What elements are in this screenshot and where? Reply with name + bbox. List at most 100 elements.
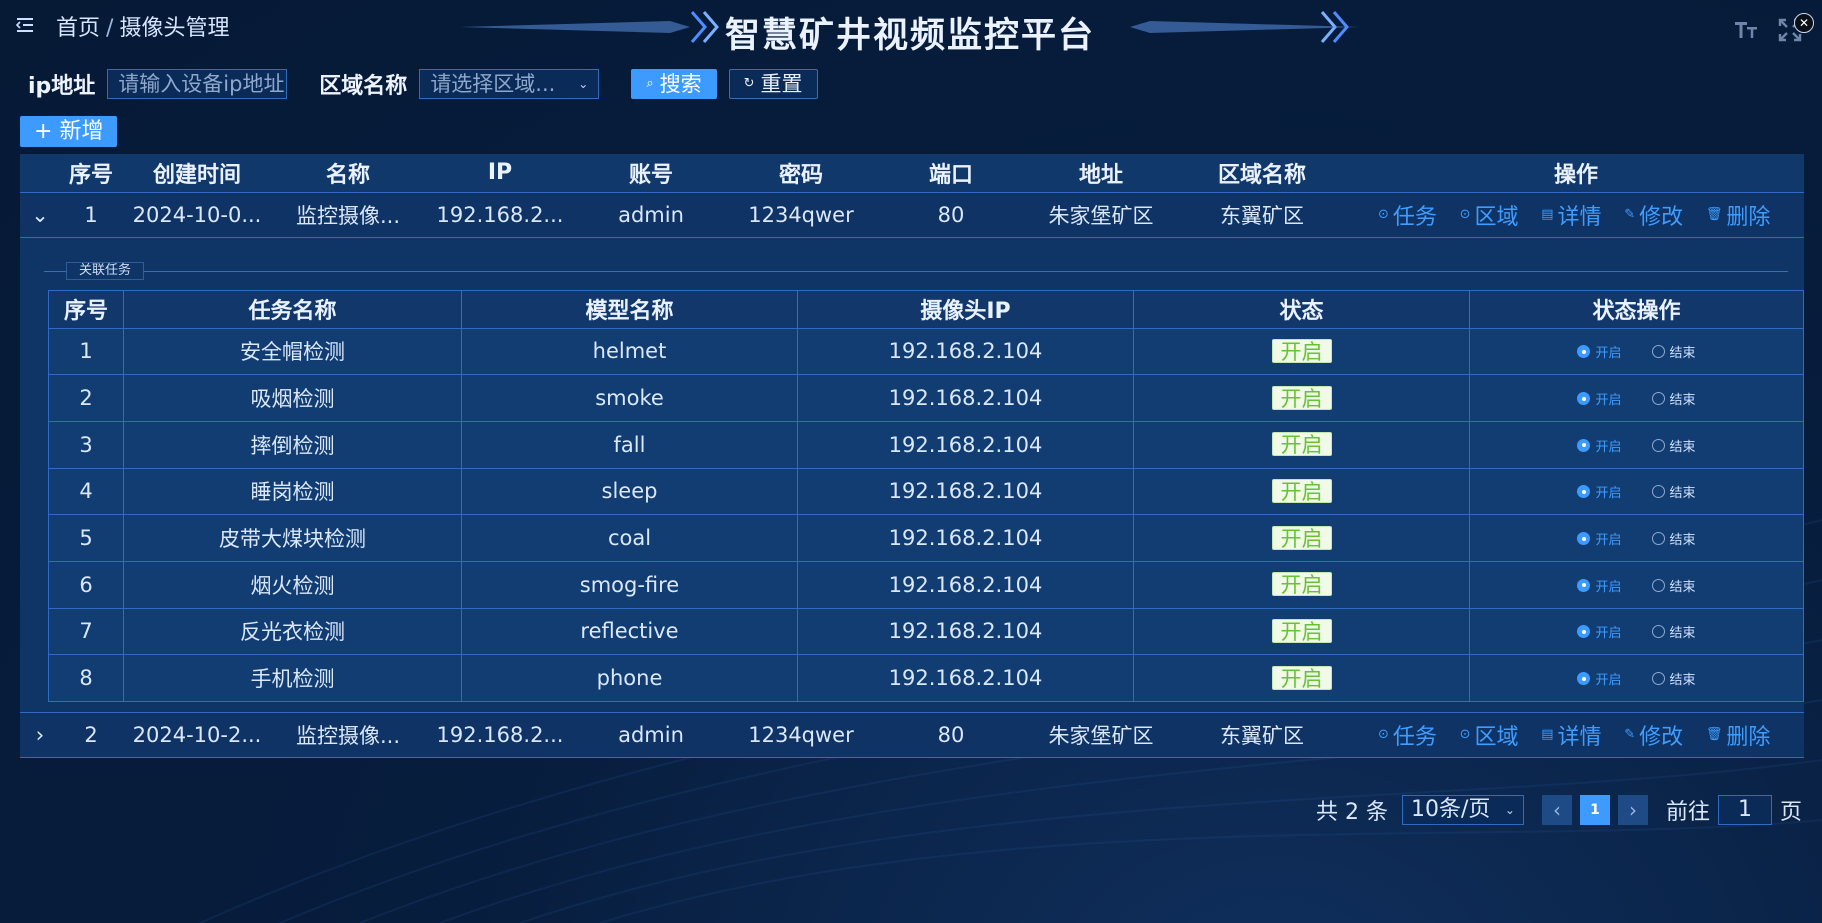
radio-end[interactable]: 结束 xyxy=(1651,576,1696,595)
related-status: 开启 xyxy=(1133,654,1470,702)
edit-label: 修改 xyxy=(1639,724,1684,750)
breadcrumb: 首页 / 摄像头管理 xyxy=(56,10,229,42)
goto-page-input[interactable]: 1 xyxy=(1717,795,1772,825)
close-icon[interactable]: ✕ xyxy=(1794,13,1814,33)
task-button[interactable]: ⊙ 任务 xyxy=(1378,199,1437,231)
row-name: 监控摄像... xyxy=(272,192,424,238)
reset-button[interactable]: ↻ 重置 xyxy=(728,69,818,99)
status-badge: 开启 xyxy=(1271,385,1332,411)
prev-page-button[interactable]: ‹ xyxy=(1541,795,1572,825)
breadcrumb-home[interactable]: 首页 xyxy=(56,16,100,41)
breadcrumb-separator: / xyxy=(106,16,114,41)
status-badge: 开启 xyxy=(1271,572,1332,597)
status-badge: 开启 xyxy=(1271,432,1332,457)
row-expand-toggle[interactable]: › xyxy=(20,712,60,758)
related-task-row: 7 反光衣检测 reflective 192.168.2.104 开启 开启 结束 xyxy=(48,607,1804,656)
row-created: 2024-10-2... xyxy=(122,712,272,758)
radio-end-label: 结束 xyxy=(1669,346,1696,362)
detail-button[interactable]: ▤ 详情 xyxy=(1541,719,1601,751)
header-index: 序号 xyxy=(60,154,122,193)
related-model-name: helmet xyxy=(461,327,798,376)
radio-start[interactable]: 开启 xyxy=(1577,482,1622,501)
row-expand-toggle[interactable]: ⌄ xyxy=(20,192,60,238)
table-header-row: 序号 创建时间 名称 IP 账号 密码 端口 地址 区域名称 操作 xyxy=(20,154,1804,193)
menu-fold-icon[interactable] xyxy=(16,16,34,34)
ip-input[interactable]: 请输入设备ip地址 xyxy=(107,69,288,99)
camera-table: 序号 创建时间 名称 IP 账号 密码 端口 地址 区域名称 操作 ⌄ 1 20… xyxy=(20,154,1804,758)
task-icon: ⊙ xyxy=(1378,727,1389,742)
next-page-button[interactable]: › xyxy=(1617,795,1648,825)
radio-start[interactable]: 开启 xyxy=(1577,436,1622,455)
area-select[interactable]: 请选择区域... ⌄ xyxy=(419,69,600,99)
radio-start-label: 开启 xyxy=(1595,346,1622,362)
related-status-op: 开启 结束 xyxy=(1469,420,1804,469)
trash-icon: 🗑 xyxy=(1705,207,1723,222)
delete-button[interactable]: 🗑 删除 xyxy=(1706,719,1771,751)
related-index: 3 xyxy=(48,420,124,469)
area-label-op: 区域 xyxy=(1474,204,1519,230)
related-index: 6 xyxy=(48,560,124,609)
sub-header-task: 任务名称 xyxy=(123,289,462,329)
edit-button[interactable]: ✎ 修改 xyxy=(1624,719,1683,751)
task-label: 任务 xyxy=(1392,724,1437,750)
row-name: 监控摄像... xyxy=(272,712,424,758)
related-task-name: 睡岗检测 xyxy=(123,467,462,516)
font-size-icon[interactable] xyxy=(1732,16,1760,44)
add-button-label: 新增 xyxy=(59,119,104,144)
table-row[interactable]: ⌄ 1 2024-10-0... 监控摄像... 192.168.2... ad… xyxy=(20,192,1804,238)
row-ip: 192.168.2... xyxy=(424,192,576,238)
table-row[interactable]: › 2 2024-10-2... 监控摄像... 192.168.2... ad… xyxy=(20,712,1804,758)
radio-start-label: 开启 xyxy=(1595,393,1622,409)
radio-start[interactable]: 开启 xyxy=(1577,669,1622,688)
related-task-row: 4 睡岗检测 sleep 192.168.2.104 开启 开启 结束 xyxy=(48,467,1804,516)
radio-start-label: 开启 xyxy=(1595,439,1622,455)
radio-end[interactable]: 结束 xyxy=(1651,436,1696,455)
header-ops: 操作 xyxy=(1348,154,1804,193)
detail-button[interactable]: ▤ 详情 xyxy=(1541,199,1601,231)
header-port: 端口 xyxy=(876,154,1026,193)
related-model-name: phone xyxy=(461,654,798,702)
header-area: 区域名称 xyxy=(1176,154,1348,193)
related-task-row: 3 摔倒检测 fall 192.168.2.104 开启 开启 结束 xyxy=(48,420,1804,469)
area-button[interactable]: ⊙ 区域 xyxy=(1460,199,1519,231)
radio-start[interactable]: 开启 xyxy=(1577,342,1622,362)
radio-end[interactable]: 结束 xyxy=(1651,389,1696,408)
delete-label: 删除 xyxy=(1726,724,1771,750)
area-button[interactable]: ⊙ 区域 xyxy=(1460,719,1519,751)
radio-start[interactable]: 开启 xyxy=(1577,389,1622,409)
edit-icon: ✎ xyxy=(1624,727,1636,742)
page-number-current[interactable]: 1 xyxy=(1579,795,1610,825)
sub-header-ip: 摄像头IP xyxy=(797,289,1134,329)
radio-start[interactable]: 开启 xyxy=(1577,576,1622,595)
add-button[interactable]: + 新增 xyxy=(20,116,118,147)
area-icon: ⊙ xyxy=(1459,207,1471,222)
radio-end[interactable]: 结束 xyxy=(1651,342,1696,362)
related-task-row: 1 安全帽检测 helmet 192.168.2.104 开启 开启 结束 xyxy=(48,327,1804,376)
edit-button[interactable]: ✎ 修改 xyxy=(1624,199,1683,231)
search-button-label: 搜索 xyxy=(659,72,702,96)
page-size-select[interactable]: 10条/页 ⌄ xyxy=(1401,795,1524,825)
search-button[interactable]: ⌕ 搜索 xyxy=(631,69,717,99)
status-radio-group: 开启 结束 xyxy=(1577,389,1696,409)
header-name: 名称 xyxy=(272,154,424,193)
related-status: 开启 xyxy=(1133,420,1470,469)
radio-end[interactable]: 结束 xyxy=(1651,482,1696,501)
row-account: admin xyxy=(576,712,726,758)
radio-start[interactable]: 开启 xyxy=(1577,622,1622,641)
row-ops: ⊙ 任务 ⊙ 区域 ▤ 详情 ✎ 修改 🗑 删除 xyxy=(1348,712,1804,758)
radio-start[interactable]: 开启 xyxy=(1577,529,1622,548)
related-index: 7 xyxy=(48,607,124,656)
radio-checked-icon xyxy=(1577,392,1591,406)
radio-end[interactable]: 结束 xyxy=(1651,669,1696,688)
expanded-row: 关联任务 序号 任务名称 模型名称 摄像头IP 状态 状态操作 1 安全帽检测 … xyxy=(20,237,1804,713)
status-radio-group: 开启 结束 xyxy=(1577,669,1696,688)
delete-button[interactable]: 🗑 删除 xyxy=(1706,199,1771,231)
related-status-op: 开启 结束 xyxy=(1469,374,1804,422)
task-button[interactable]: ⊙ 任务 xyxy=(1378,719,1437,751)
radio-checked-icon xyxy=(1577,578,1591,592)
radio-end[interactable]: 结束 xyxy=(1651,622,1696,641)
radio-end[interactable]: 结束 xyxy=(1651,529,1696,548)
radio-end-label: 结束 xyxy=(1669,439,1696,455)
related-model-name: fall xyxy=(461,420,798,469)
status-badge: 开启 xyxy=(1271,525,1332,551)
